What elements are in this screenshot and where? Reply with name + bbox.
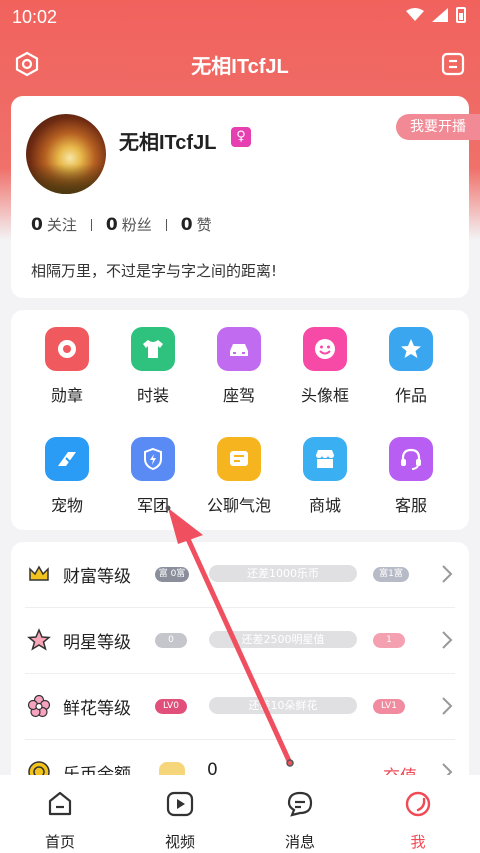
feature-shop[interactable]: 商城: [282, 437, 368, 516]
feature-pet[interactable]: 宠物: [24, 437, 110, 516]
feature-label: 公聊气泡: [206, 496, 271, 515]
avatar[interactable]: [26, 114, 106, 194]
gender-badge: ♀: [231, 127, 251, 147]
wifi-icon: [406, 8, 424, 21]
nav-messages[interactable]: 消息: [260, 789, 340, 852]
divider: [90, 218, 92, 231]
page-title: 无相ITcfJL: [191, 56, 289, 78]
feature-label: 客服: [394, 496, 427, 515]
chevron-right-icon: [442, 631, 453, 649]
shield-icon: [131, 437, 175, 481]
feature-label: 军团: [136, 496, 169, 515]
following-count[interactable]: 0: [31, 215, 43, 235]
level-row-wealth[interactable]: 财富等级 富 0富 还差1000乐币 富1富: [11, 542, 469, 608]
star-icon: [389, 327, 433, 371]
flower-icon: [27, 694, 51, 718]
profile-icon: [405, 791, 431, 817]
chat-bubble-icon: [217, 437, 261, 481]
message-icon: [287, 791, 313, 817]
nav-label: 视频: [164, 833, 195, 851]
bottom-nav: 首页 视频 消息 我: [0, 775, 480, 853]
following-label[interactable]: 关注: [47, 214, 77, 235]
feature-outfit[interactable]: 时装: [110, 327, 196, 406]
nickname: 无相ITcfJL: [119, 132, 217, 154]
medal-icon: [45, 327, 89, 371]
home-icon: [48, 791, 72, 816]
level-progress: 还差1000乐币: [209, 565, 357, 582]
nav-label: 我: [410, 833, 426, 851]
star-outline-icon: [27, 628, 51, 651]
feature-label: 头像框: [300, 386, 349, 405]
feature-legion[interactable]: 军团: [110, 437, 196, 516]
menu-icon[interactable]: [440, 51, 466, 77]
fans-label[interactable]: 粉丝: [122, 214, 152, 235]
feature-grid: 勋章 时装 座驾 头像框 作品 宠物 军团 公聊气泡 商城 客服: [11, 310, 469, 530]
level-title: 鲜花等级: [63, 699, 131, 719]
bio: 相隔万里，不过是字与字之间的距离!: [31, 262, 278, 280]
profile-stats: 0 关注 0 粉丝 0 赞: [31, 214, 212, 235]
shirt-icon: [131, 327, 175, 371]
nav-label: 首页: [44, 833, 75, 851]
next-level-badge: 1: [373, 633, 405, 648]
feature-label: 商城: [308, 496, 341, 515]
nav-video[interactable]: 视频: [140, 789, 220, 852]
status-bar: 10:02: [0, 0, 480, 34]
shop-icon: [303, 437, 347, 481]
smile-icon: [303, 327, 347, 371]
pet-icon: [45, 437, 89, 481]
nav-home[interactable]: 首页: [20, 789, 100, 852]
feature-label: 宠物: [50, 496, 83, 515]
feature-customer-service[interactable]: 客服: [368, 437, 454, 516]
level-row-star[interactable]: 明星等级 0 还差2500明星值 1: [11, 608, 469, 674]
feature-avatar-frame[interactable]: 头像框: [282, 327, 368, 406]
profile-card: 无相ITcfJL ♀ 我要开播 0 关注 0 粉丝 0 赞 相隔万里，不过是字与…: [11, 96, 480, 298]
status-time: 10:02: [12, 7, 58, 27]
current-level-badge: 0: [155, 633, 187, 648]
crown-icon: [29, 565, 49, 581]
signal-icon: [432, 8, 448, 22]
level-progress: 还差2500明星值: [209, 631, 357, 648]
go-live-button[interactable]: 我要开播: [396, 114, 480, 140]
current-level-badge: 富 0富: [155, 567, 189, 582]
feature-car[interactable]: 座驾: [196, 327, 282, 406]
level-list: 财富等级 富 0富 还差1000乐币 富1富 明星等级 0 还差2500明星值 …: [11, 542, 469, 792]
feature-label: 座驾: [222, 386, 255, 405]
feature-label: 时装: [136, 386, 169, 405]
level-title: 明星等级: [63, 633, 131, 653]
level-title: 财富等级: [63, 567, 131, 587]
level-progress: 还差10朵鲜花: [209, 697, 357, 714]
feature-chat-bubble[interactable]: 公聊气泡: [196, 437, 282, 516]
nav-me[interactable]: 我: [378, 789, 458, 852]
current-level-badge: LV0: [155, 699, 187, 714]
fans-count[interactable]: 0: [106, 215, 118, 235]
headset-icon: [389, 437, 433, 481]
likes-count[interactable]: 0: [181, 215, 193, 235]
nav-label: 消息: [284, 833, 315, 851]
divider: [165, 218, 167, 231]
chevron-right-icon: [442, 565, 453, 583]
level-row-flower[interactable]: 鲜花等级 LV0 还差10朵鲜花 LV1: [11, 674, 469, 740]
likes-label[interactable]: 赞: [197, 214, 212, 235]
next-level-badge: 富1富: [373, 567, 409, 582]
feature-label: 勋章: [50, 386, 83, 405]
feature-medal[interactable]: 勋章: [24, 327, 110, 406]
feature-label: 作品: [394, 386, 427, 405]
feature-works[interactable]: 作品: [368, 327, 454, 406]
video-icon: [166, 791, 194, 817]
battery-icon: [456, 7, 466, 23]
next-level-badge: LV1: [373, 699, 405, 714]
car-icon: [217, 327, 261, 371]
chevron-right-icon: [442, 697, 453, 715]
